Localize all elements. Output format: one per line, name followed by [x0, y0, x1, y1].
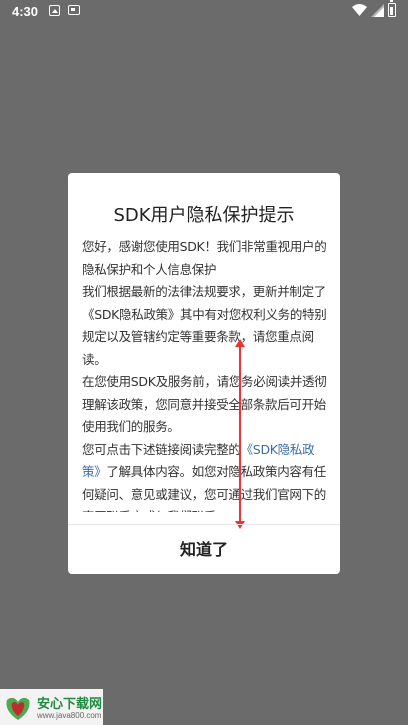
dialog-title: SDK用户隐私保护提示: [113, 205, 295, 226]
privacy-dialog: SDK用户隐私保护提示 您好，感谢您使用SDK！我们非常重视用户的隐私保护和个人…: [68, 173, 340, 574]
dialog-body[interactable]: 您好，感谢您使用SDK！我们非常重视用户的隐私保护和个人信息保护 我们根据最新的…: [82, 236, 327, 512]
watermark: 安心下载网 www.java800.com: [0, 689, 103, 725]
status-time: 4:30: [12, 4, 39, 19]
arrow-up-head-icon: [235, 339, 245, 347]
paragraph-greeting: 您好，感谢您使用SDK！我们非常重视用户的隐私保护和个人信息保护: [82, 239, 327, 277]
paragraph-link-prefix: 您可点击下述链接阅读完整的: [82, 441, 241, 457]
paragraph-link: 您可点击下述链接阅读完整的《SDK隐私政策》了解具体内容。如您对隐私政策内容有任…: [82, 439, 327, 513]
paragraph-link-suffix: 了解具体内容。如您对隐私政策内容有任何疑问、意见或建议，您可通过我们官网下的官网…: [82, 464, 327, 512]
confirm-button[interactable]: 知道了: [68, 525, 340, 574]
gallery-notification-icon: [49, 5, 60, 16]
watermark-url: www.java800.com: [37, 711, 102, 720]
screenshot-notification-icon: [68, 5, 80, 15]
wifi-icon: [352, 4, 367, 16]
watermark-logo-icon: [6, 697, 30, 720]
signal-icon: [371, 4, 384, 17]
paragraph-policy-update: 我们根据最新的法律法规要求，更新并制定了《SDK隐私政策》其中有对您权利义务的特…: [82, 284, 327, 367]
paragraph-consent: 在您使用SDK及服务前，请您务必阅读并透彻理解该政策，您同意并接受全部条款后可开…: [82, 374, 327, 434]
scroll-annotation-arrow: [235, 339, 245, 529]
status-bar: 4:30: [0, 0, 408, 24]
watermark-name: 安心下载网: [37, 696, 103, 711]
battery-icon: [388, 0, 396, 17]
